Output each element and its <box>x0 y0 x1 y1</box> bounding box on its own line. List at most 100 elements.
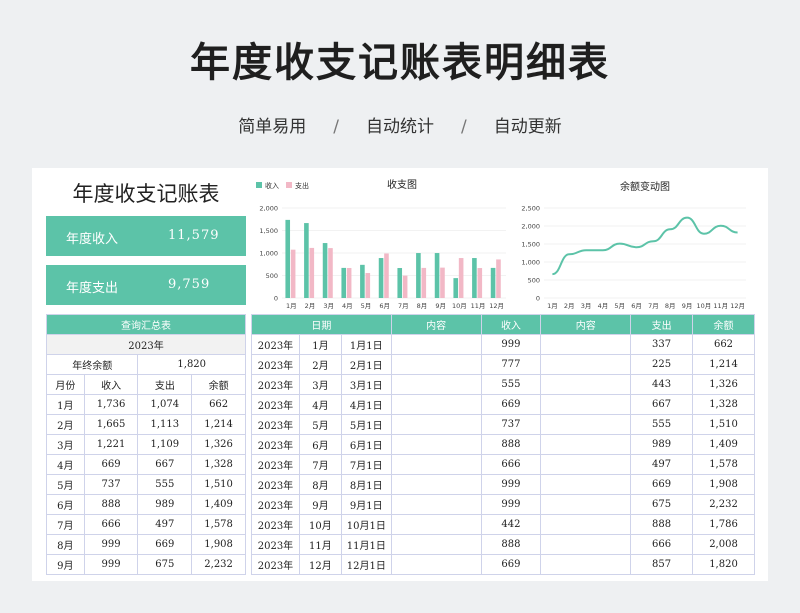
table-cell[interactable]: 3月 <box>46 434 85 455</box>
table-cell[interactable]: 666 <box>630 534 694 555</box>
table-cell[interactable]: 1,326 <box>191 434 246 455</box>
table-cell[interactable]: 1,908 <box>692 474 755 495</box>
table-cell[interactable]: 999 <box>480 474 542 495</box>
table-cell[interactable]: 337 <box>630 334 694 355</box>
table-cell[interactable]: 442 <box>480 514 542 535</box>
table-cell[interactable]: 8月1日 <box>340 474 392 495</box>
table-cell[interactable]: 4月1日 <box>340 394 392 415</box>
table-cell[interactable]: 555 <box>137 474 193 495</box>
table-cell[interactable]: 1,221 <box>83 434 139 455</box>
table-cell[interactable]: 888 <box>83 494 139 515</box>
table-cell[interactable]: 737 <box>480 414 542 435</box>
table-cell[interactable]: 2023年 <box>251 414 300 435</box>
table-cell[interactable]: 4月 <box>46 454 85 475</box>
summary-year[interactable]: 2023年 <box>46 334 246 355</box>
table-cell[interactable] <box>540 374 632 395</box>
table-cell[interactable]: 2023年 <box>251 494 300 515</box>
table-cell[interactable] <box>390 434 482 455</box>
table-cell[interactable]: 6月1日 <box>340 434 392 455</box>
table-cell[interactable]: 3月 <box>298 374 342 395</box>
table-cell[interactable]: 7月 <box>46 514 85 535</box>
table-cell[interactable]: 2023年 <box>251 394 300 415</box>
table-cell[interactable]: 1,409 <box>191 494 246 515</box>
table-cell[interactable]: 2023年 <box>251 534 300 555</box>
table-cell[interactable]: 2,232 <box>692 494 755 515</box>
table-cell[interactable]: 666 <box>83 514 139 535</box>
table-cell[interactable]: 11月 <box>298 534 342 555</box>
table-cell[interactable]: 667 <box>630 394 694 415</box>
table-cell[interactable]: 9月1日 <box>340 494 392 515</box>
table-cell[interactable]: 2月1日 <box>340 354 392 375</box>
table-cell[interactable]: 3月1日 <box>340 374 392 395</box>
table-cell[interactable]: 999 <box>480 494 542 515</box>
table-cell[interactable]: 2,008 <box>692 534 755 555</box>
table-cell[interactable]: 857 <box>630 554 694 575</box>
table-cell[interactable]: 669 <box>480 554 542 575</box>
table-cell[interactable]: 497 <box>630 454 694 475</box>
table-cell[interactable]: 8月 <box>298 474 342 495</box>
table-cell[interactable]: 2023年 <box>251 514 300 535</box>
table-cell[interactable]: 999 <box>83 554 139 575</box>
table-cell[interactable]: 667 <box>137 454 193 475</box>
table-cell[interactable]: 1,328 <box>692 394 755 415</box>
table-cell[interactable] <box>390 474 482 495</box>
table-cell[interactable]: 999 <box>83 534 139 555</box>
table-cell[interactable]: 555 <box>480 374 542 395</box>
table-cell[interactable] <box>390 494 482 515</box>
table-cell[interactable]: 1月 <box>298 334 342 355</box>
table-cell[interactable] <box>540 554 632 575</box>
table-cell[interactable] <box>540 394 632 415</box>
table-cell[interactable]: 10月 <box>298 514 342 535</box>
table-cell[interactable]: 1,214 <box>191 414 246 435</box>
table-cell[interactable]: 888 <box>480 434 542 455</box>
table-cell[interactable]: 225 <box>630 354 694 375</box>
table-cell[interactable]: 5月 <box>298 414 342 435</box>
table-cell[interactable]: 1,510 <box>191 474 246 495</box>
table-cell[interactable]: 1,214 <box>692 354 755 375</box>
table-cell[interactable] <box>390 554 482 575</box>
table-cell[interactable]: 2023年 <box>251 434 300 455</box>
table-cell[interactable]: 555 <box>630 414 694 435</box>
table-cell[interactable]: 2023年 <box>251 334 300 355</box>
table-cell[interactable]: 2023年 <box>251 354 300 375</box>
table-cell[interactable]: 6月 <box>46 494 85 515</box>
table-cell[interactable]: 662 <box>191 394 246 415</box>
table-cell[interactable]: 1,409 <box>692 434 755 455</box>
table-cell[interactable]: 12月 <box>298 554 342 575</box>
table-cell[interactable] <box>390 394 482 415</box>
table-cell[interactable]: 666 <box>480 454 542 475</box>
table-cell[interactable]: 1,109 <box>137 434 193 455</box>
table-cell[interactable] <box>390 354 482 375</box>
table-cell[interactable]: 7月1日 <box>340 454 392 475</box>
table-cell[interactable]: 5月 <box>46 474 85 495</box>
table-cell[interactable]: 8月 <box>46 534 85 555</box>
table-cell[interactable]: 1,113 <box>137 414 193 435</box>
table-cell[interactable]: 11月1日 <box>340 534 392 555</box>
table-cell[interactable]: 675 <box>137 554 193 575</box>
table-cell[interactable] <box>540 474 632 495</box>
table-cell[interactable] <box>540 434 632 455</box>
table-cell[interactable]: 777 <box>480 354 542 375</box>
table-cell[interactable] <box>540 494 632 515</box>
table-cell[interactable]: 999 <box>480 334 542 355</box>
table-cell[interactable]: 888 <box>630 514 694 535</box>
table-cell[interactable]: 1月1日 <box>340 334 392 355</box>
table-cell[interactable] <box>540 534 632 555</box>
table-cell[interactable]: 2,232 <box>191 554 246 575</box>
table-cell[interactable]: 12月1日 <box>340 554 392 575</box>
table-cell[interactable] <box>390 514 482 535</box>
table-cell[interactable]: 1月 <box>46 394 85 415</box>
table-cell[interactable]: 888 <box>480 534 542 555</box>
table-cell[interactable]: 1,908 <box>191 534 246 555</box>
table-cell[interactable]: 2023年 <box>251 554 300 575</box>
table-cell[interactable] <box>540 354 632 375</box>
table-cell[interactable]: 5月1日 <box>340 414 392 435</box>
table-cell[interactable]: 1,326 <box>692 374 755 395</box>
table-cell[interactable]: 443 <box>630 374 694 395</box>
table-cell[interactable]: 675 <box>630 494 694 515</box>
table-cell[interactable]: 1,328 <box>191 454 246 475</box>
table-cell[interactable]: 2月 <box>46 414 85 435</box>
table-cell[interactable]: 1,578 <box>692 454 755 475</box>
table-cell[interactable]: 669 <box>83 454 139 475</box>
table-cell[interactable] <box>390 414 482 435</box>
